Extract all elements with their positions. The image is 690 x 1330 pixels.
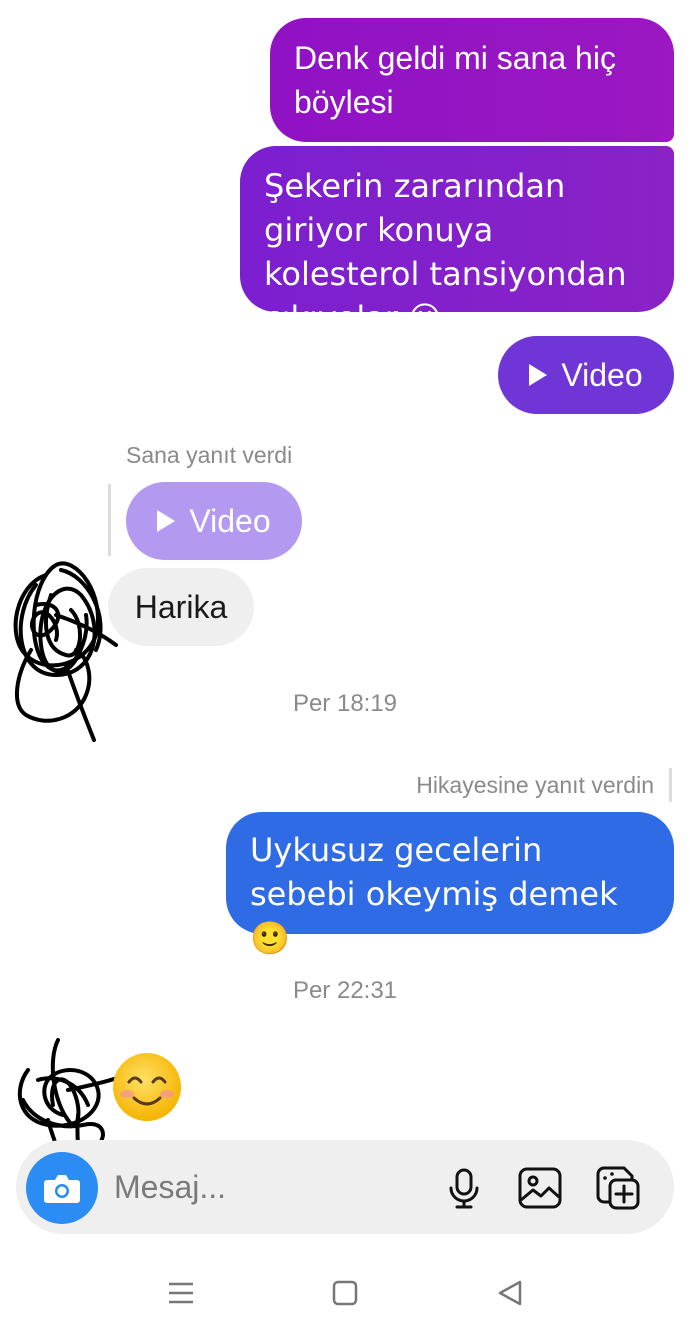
gallery-icon[interactable] <box>516 1164 564 1212</box>
reply-note: Sana yanıt verdi <box>126 442 293 468</box>
message-text: Şekerin zararından giriyor konuya kolest… <box>264 167 627 337</box>
outgoing-message-bubble[interactable]: Denk geldi mi sana hiç böylesi <box>270 18 674 142</box>
back-icon[interactable] <box>494 1276 528 1310</box>
camera-icon <box>44 1175 80 1203</box>
play-icon <box>529 364 548 386</box>
message-input[interactable] <box>114 1162 414 1212</box>
message-text: Uykusuz gecelerin sebebi okeymiş demek 🙂 <box>250 831 618 957</box>
play-icon <box>157 510 176 532</box>
message-text: Denk geldi mi sana hiç böylesi <box>294 40 616 120</box>
video-label: Video <box>189 502 271 539</box>
menu-icon[interactable] <box>164 1276 198 1310</box>
replied-video-preview[interactable]: Video <box>126 482 302 560</box>
timestamp: Per 22:31 <box>292 977 398 1004</box>
microphone-icon[interactable] <box>440 1164 488 1212</box>
camera-button[interactable] <box>26 1152 98 1224</box>
reply-indicator-bar <box>108 484 111 556</box>
sticker-icon[interactable] <box>594 1164 642 1212</box>
outgoing-message-bubble[interactable]: Uykusuz gecelerin sebebi okeymiş demek 🙂 <box>226 812 674 957</box>
outgoing-video-bubble[interactable]: Video <box>498 336 674 414</box>
reply-indicator-bar <box>669 768 672 802</box>
story-reply-note: Hikayesine yanıt verdin <box>416 772 654 798</box>
message-composer <box>16 1140 674 1234</box>
smiling-face-emoji <box>113 1053 181 1121</box>
message-text: Harika <box>134 588 228 625</box>
outgoing-message-bubble[interactable]: Şekerin zararından giriyor konuya kolest… <box>240 146 674 337</box>
video-label: Video <box>561 357 643 393</box>
timestamp: Per 18:19 <box>292 690 398 717</box>
incoming-message-bubble[interactable]: Harika <box>108 568 254 646</box>
home-icon[interactable] <box>328 1276 362 1310</box>
